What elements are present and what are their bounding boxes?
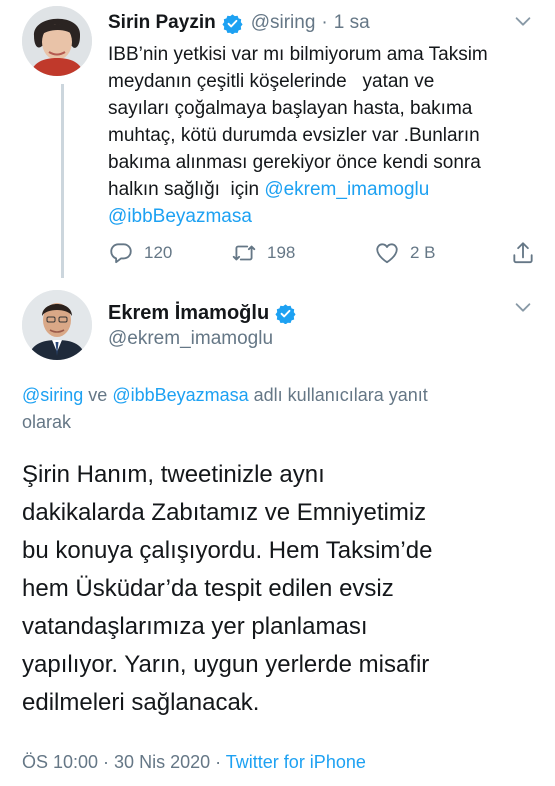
tweet-text-line: sayıları çoğalmaya başlayan hasta, bakım…	[108, 98, 473, 119]
chevron-down-icon[interactable]	[512, 296, 534, 318]
tweet-text-fragment: halkın sağlığı için	[108, 179, 265, 200]
share-button[interactable]	[510, 236, 546, 270]
reply-button[interactable]: 120	[108, 236, 172, 270]
replying-to-connector: ve	[83, 385, 113, 405]
tweet-action-bar: 120 198 2 B	[108, 236, 538, 270]
replying-to-line: @siring ve @ibbBeyazmasa adlı kullanıcıl…	[22, 382, 522, 436]
mention-link-ekrem-imamoglu[interactable]: @ekrem_imamoglu	[264, 179, 429, 200]
chevron-down-icon[interactable]	[512, 10, 534, 32]
thread-connector-line	[61, 84, 64, 278]
avatar-ekrem-imamoglu[interactable]	[22, 290, 92, 360]
tweet-text-line: meydanın çeşitli köşelerinde yatan ve	[108, 71, 435, 92]
tweet-text-line: Şirin Hanım, tweetinizle aynı	[22, 461, 325, 488]
tweet-timestamp[interactable]: ÖS 10:00 · 30 Nis 2020	[22, 752, 210, 772]
tweet-meta: ÖS 10:00 · 30 Nis 2020 · Twitter for iPh…	[22, 752, 366, 773]
tweet-thread-view: Sirin Payzin @siring · 1 sa IBB’nin yetk…	[0, 0, 555, 786]
share-icon	[513, 242, 533, 264]
tweet-text-line: IBB’nin yetkisi var mı bilmiyorum ama Ta…	[108, 44, 488, 65]
main-handle[interactable]: @ekrem_imamoglu	[108, 328, 273, 350]
verified-badge-icon	[222, 13, 243, 34]
tweet-source-link[interactable]: Twitter for iPhone	[226, 752, 366, 772]
tweet-text-line: yapılıyor. Yarın, uygun yerlerde misafir	[22, 651, 430, 678]
reply-icon	[110, 243, 132, 264]
verified-badge-icon	[275, 303, 296, 324]
replying-to-suffix: olarak	[22, 412, 72, 432]
parent-handle[interactable]: @siring	[251, 12, 316, 34]
parent-tweet-header: Sirin Payzin @siring · 1 sa	[108, 10, 370, 36]
tweet-text-line: dakikalarda Zabıtamız ve Emniyetimiz	[22, 499, 427, 526]
like-count: 2 B	[410, 243, 436, 262]
retweet-count: 198	[267, 243, 296, 262]
tweet-text-line: bu konuya çalışıyordu. Hem Taksim’de	[22, 537, 433, 564]
replying-to-suffix: adlı kullanıcılara yanıt	[248, 385, 428, 405]
replying-to-mention-siring[interactable]: @siring	[22, 385, 83, 405]
main-display-name[interactable]: Ekrem İmamoğlu	[108, 302, 269, 325]
header-separator: ·	[321, 12, 328, 33]
avatar-sirin-payzin[interactable]	[22, 6, 92, 76]
mention-link-ibbbeyazmasa[interactable]: @ibbBeyazmasa	[108, 203, 538, 230]
parent-display-name[interactable]: Sirin Payzin	[108, 12, 216, 34]
tweet-text-line: bakıma alınması gerekiyor önce kendi son…	[108, 152, 481, 173]
meta-separator: ·	[210, 752, 226, 772]
tweet-text-line: vatandaşlarımıza yer planlaması	[22, 613, 368, 640]
replying-to-mention-ibbbeyazmasa[interactable]: @ibbBeyazmasa	[112, 385, 248, 405]
tweet-text-line: edilmeleri sağlanacak.	[22, 689, 260, 716]
parent-tweet-text: IBB’nin yetkisi var mı bilmiyorum ama Ta…	[108, 41, 538, 230]
tweet-text-line: hem Üsküdar’da tespit edilen evsiz	[22, 575, 394, 602]
tweet-text-line: muhtaç, kötü durumda evsizler var .Bunla…	[108, 125, 480, 146]
heart-icon	[376, 243, 398, 264]
tweet-text-line: halkın sağlığı için @ekrem_imamoglu	[108, 176, 538, 203]
main-tweet-author: Ekrem İmamoğlu	[108, 300, 304, 326]
reply-count: 120	[144, 243, 173, 262]
parent-time[interactable]: 1 sa	[334, 12, 370, 34]
main-tweet-text: Şirin Hanım, tweetinizle aynı dakikalard…	[22, 456, 542, 722]
like-button[interactable]: 2 B	[374, 236, 436, 270]
retweet-icon	[232, 245, 256, 261]
retweet-button[interactable]: 198	[231, 236, 295, 270]
